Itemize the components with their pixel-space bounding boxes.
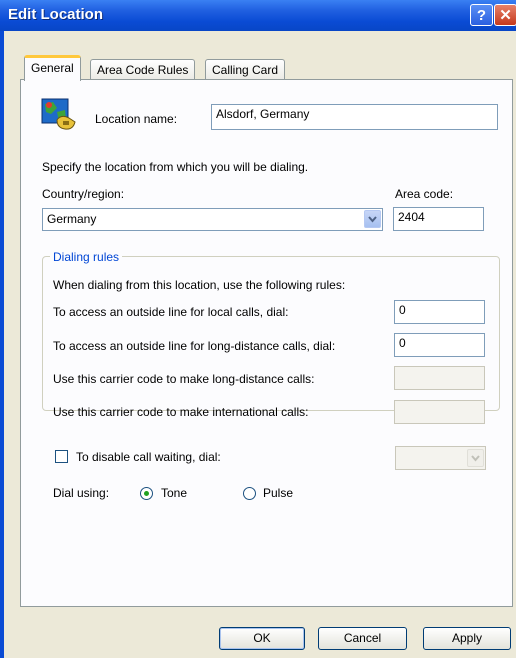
apply-button[interactable]: Apply xyxy=(423,627,511,650)
location-name-label: Location name: xyxy=(95,112,178,126)
specify-location-text: Specify the location from which you will… xyxy=(42,160,309,174)
country-region-select[interactable]: Germany xyxy=(42,208,383,231)
edit-location-dialog: Edit Location ? ✕ General Area Code Rule… xyxy=(0,0,516,658)
carrier-international-label: Use this carrier code to make internatio… xyxy=(53,405,309,419)
tone-radio[interactable] xyxy=(140,487,153,500)
tab-general[interactable]: General xyxy=(24,55,81,81)
location-name-field[interactable]: Alsdorf, Germany xyxy=(211,104,498,130)
pulse-radio[interactable] xyxy=(243,487,256,500)
call-waiting-label: To disable call waiting, dial: xyxy=(76,450,221,464)
chevron-down-icon[interactable] xyxy=(467,449,484,467)
carrier-long-distance-field[interactable] xyxy=(394,366,485,390)
dialing-rules-intro: When dialing from this location, use the… xyxy=(53,278,346,292)
window-title: Edit Location xyxy=(8,6,103,23)
help-button[interactable]: ? xyxy=(470,4,493,26)
area-code-label: Area code: xyxy=(395,187,454,201)
location-phone-icon xyxy=(41,98,77,132)
cancel-button[interactable]: Cancel xyxy=(318,627,407,650)
tab-area-code-rules[interactable]: Area Code Rules xyxy=(90,59,196,79)
pulse-label: Pulse xyxy=(263,486,294,500)
dial-using-label: Dial using: xyxy=(53,486,110,500)
carrier-long-distance-label: Use this carrier code to make long-dista… xyxy=(53,372,315,386)
dialing-rules-legend: Dialing rules xyxy=(50,250,123,264)
title-bar[interactable]: Edit Location ? ✕ xyxy=(0,0,516,31)
local-calls-label: To access an outside line for local call… xyxy=(53,305,289,319)
ok-button[interactable]: OK xyxy=(219,627,305,650)
radio-selected-dot xyxy=(144,491,149,496)
long-distance-label: To access an outside line for long-dista… xyxy=(53,339,336,353)
call-waiting-checkbox[interactable] xyxy=(55,450,68,463)
country-region-label: Country/region: xyxy=(42,187,125,201)
local-calls-field[interactable]: 0 xyxy=(394,300,485,324)
area-code-field[interactable]: 2404 xyxy=(393,207,484,231)
window-border xyxy=(0,31,4,658)
country-region-value: Germany xyxy=(47,212,97,226)
carrier-international-field[interactable] xyxy=(394,400,485,424)
tone-label: Tone xyxy=(161,486,188,500)
close-button[interactable]: ✕ xyxy=(494,4,516,26)
chevron-down-icon[interactable] xyxy=(364,210,381,228)
long-distance-field[interactable]: 0 xyxy=(394,333,485,357)
tab-calling-card[interactable]: Calling Card xyxy=(205,59,286,79)
call-waiting-select[interactable] xyxy=(395,446,486,470)
